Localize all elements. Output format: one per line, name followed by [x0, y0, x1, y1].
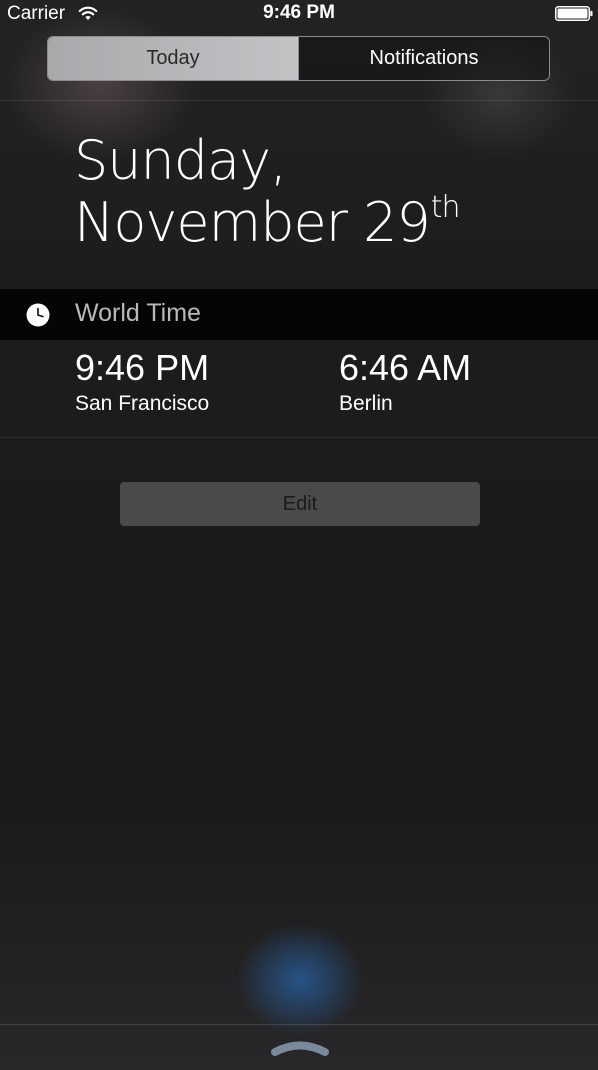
battery-icon — [555, 6, 593, 21]
clock-icon — [26, 303, 50, 327]
header-divider — [0, 100, 598, 101]
tab-today[interactable]: Today — [48, 37, 298, 80]
clock-city-berlin: Berlin — [339, 392, 393, 415]
date-weekday: Sunday, — [74, 129, 287, 192]
tab-notifications[interactable]: Notifications — [298, 37, 549, 80]
widget-divider — [0, 437, 598, 438]
chevron-up-grabber-icon[interactable] — [269, 1038, 331, 1058]
clock-time-berlin: 6:46 AM — [339, 347, 472, 388]
widget-title: World Time — [75, 299, 201, 327]
status-bar: Carrier 9:46 PM — [0, 0, 598, 28]
clock-city-san-francisco: San Francisco — [75, 392, 210, 415]
date-month-day: November 29 — [74, 191, 431, 254]
date-ordinal-suffix: th — [430, 190, 461, 225]
today-notifications-segmented-control: Today Notifications — [47, 36, 550, 81]
date-heading: Sunday, November 29th — [74, 129, 461, 263]
edit-button[interactable]: Edit — [120, 482, 480, 526]
clock-time-san-francisco: 9:46 PM — [75, 347, 210, 388]
status-time: 9:46 PM — [263, 2, 335, 23]
bottom-divider — [0, 1024, 598, 1025]
date-month-day-line: November 29th — [74, 190, 461, 263]
